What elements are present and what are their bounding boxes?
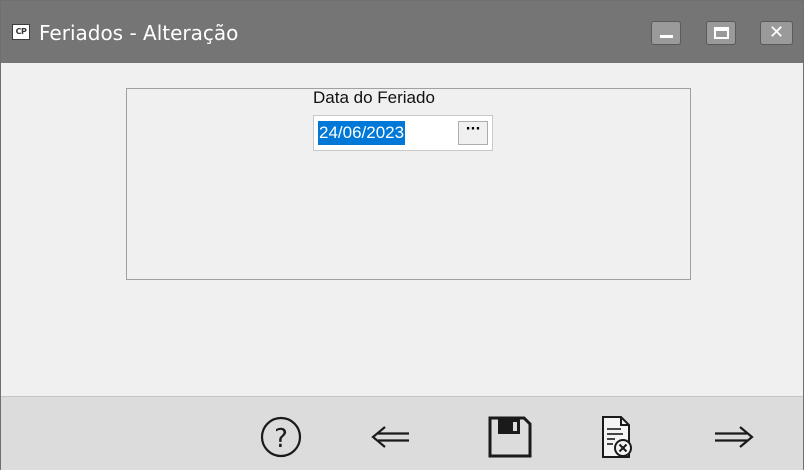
floppy-disk-icon xyxy=(488,416,532,458)
date-field[interactable]: 24/06/2023 ··· xyxy=(313,115,493,151)
minimize-button[interactable] xyxy=(651,21,681,45)
arrow-right-icon xyxy=(715,426,754,448)
save-button[interactable] xyxy=(484,415,534,459)
title-bar[interactable]: CP Feriados - Alteração ✕ xyxy=(1,1,803,63)
date-picker-button[interactable]: ··· xyxy=(458,121,488,145)
maximize-button[interactable] xyxy=(706,21,736,45)
window: CP Feriados - Alteração ✕ Data do Feriad… xyxy=(0,0,804,470)
window-title: Feriados - Alteração xyxy=(39,21,239,45)
toolbar: ? xyxy=(1,396,803,470)
arrow-left-icon xyxy=(371,426,409,448)
date-label: Data do Feriado xyxy=(313,88,435,107)
next-button[interactable] xyxy=(709,415,759,459)
app-icon[interactable]: CP xyxy=(12,24,30,40)
date-value[interactable]: 24/06/2023 xyxy=(318,121,406,145)
help-button[interactable]: ? xyxy=(256,415,306,459)
close-button[interactable]: ✕ xyxy=(760,21,793,45)
form-area xyxy=(1,63,803,396)
svg-text:?: ? xyxy=(274,424,288,454)
maximize-icon xyxy=(714,27,729,39)
help-icon: ? xyxy=(260,416,302,458)
cancel-document-icon xyxy=(602,416,632,458)
previous-button[interactable] xyxy=(366,415,416,459)
close-icon: ✕ xyxy=(768,22,785,43)
cancel-button[interactable] xyxy=(591,415,641,459)
minimize-icon xyxy=(660,35,673,38)
